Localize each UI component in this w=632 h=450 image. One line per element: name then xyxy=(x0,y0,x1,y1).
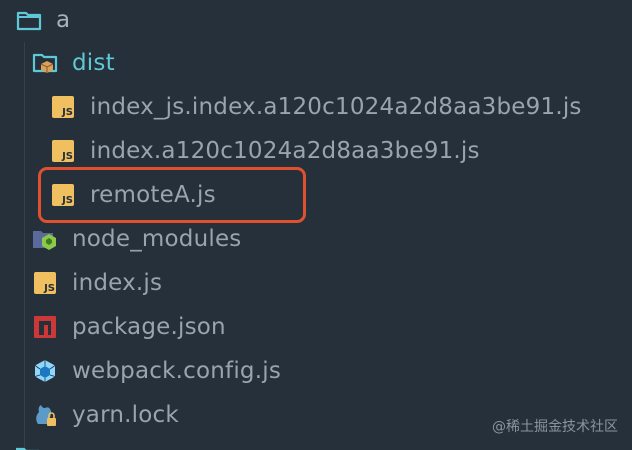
file-tree: a dist JS index_js.index.a120c1024a2d8aa… xyxy=(0,0,632,450)
npm-package-icon xyxy=(32,314,58,340)
watermark: @稀土掘金技术社区 xyxy=(492,419,618,435)
js-file-icon: JS xyxy=(50,94,76,120)
tree-item-label: a xyxy=(56,7,71,33)
tree-item-label: index.a120c1024a2d8aa3be91.js xyxy=(90,138,480,164)
tree-item-file[interactable]: package.json xyxy=(32,305,226,349)
folder-open-icon xyxy=(16,7,42,33)
tree-item-label: yarn.lock xyxy=(72,402,179,428)
tree-item-node-modules[interactable]: node_modules xyxy=(32,217,241,261)
webpack-icon xyxy=(32,358,58,384)
tree-item-label: index.js xyxy=(72,270,163,296)
tree-item-file[interactable]: JS index.js xyxy=(32,261,162,305)
folder-package-icon xyxy=(32,50,58,76)
node-modules-icon xyxy=(32,226,58,252)
tree-item-root-folder[interactable]: a xyxy=(16,0,70,42)
tree-item-partial xyxy=(14,440,44,450)
tree-item-label: package.json xyxy=(72,314,226,340)
tree-item-label: webpack.config.js xyxy=(72,358,281,384)
tree-item-label: node_modules xyxy=(72,226,242,252)
tree-item-file[interactable]: JS index_js.index.a120c1024a2d8aa3be91.j… xyxy=(50,85,582,129)
js-file-icon: JS xyxy=(50,138,76,164)
indent-guide xyxy=(24,42,25,450)
tree-item-label: index_js.index.a120c1024a2d8aa3be91.js xyxy=(90,94,582,120)
js-file-icon: JS xyxy=(32,270,58,296)
yarn-lock-icon xyxy=(32,402,58,428)
tree-item-label: dist xyxy=(72,50,115,76)
highlight-box xyxy=(38,167,306,223)
tree-item-dist-folder[interactable]: dist xyxy=(32,41,115,85)
tree-item-file[interactable]: webpack.config.js xyxy=(32,349,281,393)
tree-item-file[interactable]: yarn.lock xyxy=(32,393,179,437)
